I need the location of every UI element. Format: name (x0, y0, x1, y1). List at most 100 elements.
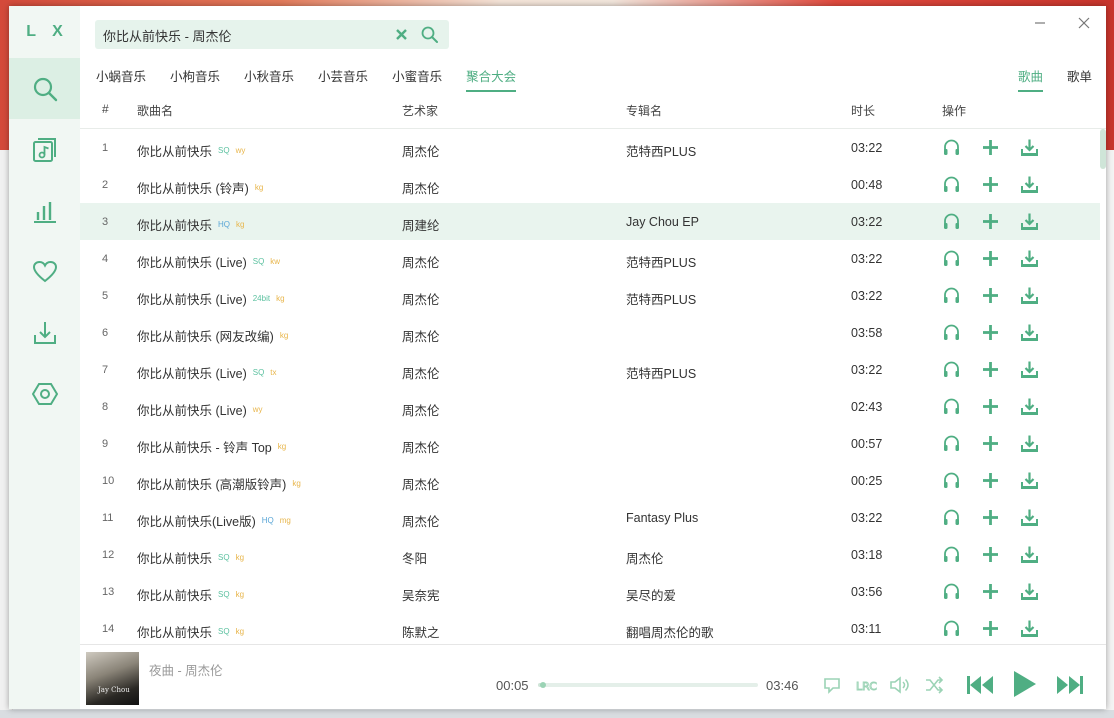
add-to-list-icon[interactable] (981, 397, 1000, 416)
download-icon[interactable] (1020, 175, 1039, 194)
download-icon[interactable] (1020, 619, 1039, 638)
table-row[interactable]: 3 你比从前快乐 HQ kg 周建纶 Jay Chou EP 03:22 (80, 203, 1100, 240)
tab-source-1[interactable]: 小枸音乐 (170, 68, 220, 90)
artist-cell[interactable]: 周杰伦 (402, 363, 440, 382)
play-icon[interactable] (1010, 669, 1038, 699)
download-icon[interactable] (1020, 212, 1039, 231)
search-icon[interactable] (421, 26, 438, 43)
table-row[interactable]: 6 你比从前快乐 (网友改编) kg 周杰伦 03:58 (80, 314, 1100, 351)
album-cover[interactable]: Jay Chou (86, 652, 139, 705)
download-icon[interactable] (1020, 249, 1039, 268)
download-icon[interactable] (1020, 434, 1039, 453)
sidebar-item-settings[interactable] (9, 363, 80, 424)
listen-icon[interactable] (942, 508, 961, 527)
shuffle-icon[interactable] (924, 675, 944, 695)
table-row[interactable]: 12 你比从前快乐 SQ kg 冬阳 周杰伦 03:18 (80, 536, 1100, 573)
artist-cell[interactable]: 周杰伦 (402, 141, 440, 160)
listen-icon[interactable] (942, 545, 961, 564)
add-to-list-icon[interactable] (981, 508, 1000, 527)
sidebar-item-leaderboard[interactable] (9, 180, 80, 241)
tab-source-aggregate[interactable]: 聚合大会 (466, 68, 517, 92)
lyrics-icon[interactable]: LRC (855, 675, 877, 695)
artist-cell[interactable]: 周杰伦 (402, 326, 440, 345)
table-row[interactable]: 7 你比从前快乐 (Live) SQ tx 周杰伦 范特西PLUS 03:22 (80, 351, 1100, 388)
table-row[interactable]: 13 你比从前快乐 SQ kg 吴奈宪 吴尽的爱 03:56 (80, 573, 1100, 610)
listen-icon[interactable] (942, 286, 961, 305)
now-playing-title[interactable]: 夜曲 - 周杰伦 (149, 660, 223, 679)
add-to-list-icon[interactable] (981, 619, 1000, 638)
add-to-list-icon[interactable] (981, 323, 1000, 342)
minimize-icon[interactable] (1033, 16, 1047, 30)
add-to-list-icon[interactable] (981, 360, 1000, 379)
tab-playlists[interactable]: 歌单 (1067, 68, 1092, 90)
previous-track-icon[interactable] (965, 672, 995, 698)
sidebar-item-download[interactable] (9, 302, 80, 363)
album-cell[interactable]: Fantasy Plus (626, 511, 698, 525)
download-icon[interactable] (1020, 582, 1039, 601)
artist-cell[interactable]: 吴奈宪 (402, 585, 440, 604)
download-icon[interactable] (1020, 397, 1039, 416)
sidebar-item-favorites[interactable] (9, 241, 80, 302)
volume-icon[interactable] (889, 675, 911, 695)
album-cell[interactable]: 范特西PLUS (626, 141, 696, 160)
listen-icon[interactable] (942, 323, 961, 342)
progress-bar[interactable] (538, 682, 758, 688)
download-icon[interactable] (1020, 545, 1039, 564)
artist-cell[interactable]: 冬阳 (402, 548, 427, 567)
table-row[interactable]: 1 你比从前快乐 SQ wy 周杰伦 范特西PLUS 03:22 (80, 129, 1100, 166)
add-to-list-icon[interactable] (981, 545, 1000, 564)
sidebar-item-search[interactable] (9, 58, 80, 119)
artist-cell[interactable]: 周建纶 (402, 215, 440, 234)
download-icon[interactable] (1020, 360, 1039, 379)
add-to-list-icon[interactable] (981, 286, 1000, 305)
table-row[interactable]: 8 你比从前快乐 (Live) wy 周杰伦 02:43 (80, 388, 1100, 425)
scrollbar[interactable] (1100, 129, 1106, 644)
tab-source-0[interactable]: 小蜗音乐 (96, 68, 146, 90)
album-cell[interactable]: 范特西PLUS (626, 363, 696, 382)
add-to-list-icon[interactable] (981, 434, 1000, 453)
artist-cell[interactable]: 周杰伦 (402, 400, 440, 419)
artist-cell[interactable]: 周杰伦 (402, 289, 440, 308)
listen-icon[interactable] (942, 175, 961, 194)
sidebar-item-song-list[interactable] (9, 119, 80, 180)
download-icon[interactable] (1020, 471, 1039, 490)
artist-cell[interactable]: 周杰伦 (402, 437, 440, 456)
listen-icon[interactable] (942, 249, 961, 268)
tab-songs[interactable]: 歌曲 (1017, 68, 1043, 92)
listen-icon[interactable] (942, 397, 961, 416)
artist-cell[interactable]: 周杰伦 (402, 252, 440, 271)
table-row[interactable]: 10 你比从前快乐 (高潮版铃声) kg 周杰伦 00:25 (80, 462, 1100, 499)
add-to-list-icon[interactable] (981, 212, 1000, 231)
listen-icon[interactable] (942, 582, 961, 601)
download-icon[interactable] (1020, 323, 1039, 342)
table-row[interactable]: 14 你比从前快乐 SQ kg 陈默之 翻唱周杰伦的歌 03:11 (80, 610, 1100, 644)
artist-cell[interactable]: 周杰伦 (402, 511, 440, 530)
search-input[interactable] (101, 20, 391, 51)
download-icon[interactable] (1020, 508, 1039, 527)
table-row[interactable]: 4 你比从前快乐 (Live) SQ kw 周杰伦 范特西PLUS 03:22 (80, 240, 1100, 277)
clear-icon[interactable] (394, 27, 409, 42)
album-cell[interactable]: 范特西PLUS (626, 289, 696, 308)
album-cell[interactable]: 翻唱周杰伦的歌 (626, 622, 714, 641)
download-icon[interactable] (1020, 138, 1039, 157)
add-to-list-icon[interactable] (981, 249, 1000, 268)
album-cell[interactable]: 范特西PLUS (626, 252, 696, 271)
add-to-list-icon[interactable] (981, 138, 1000, 157)
album-cell[interactable]: 周杰伦 (626, 548, 664, 567)
album-cell[interactable]: Jay Chou EP (626, 215, 699, 229)
scrollbar-thumb[interactable] (1100, 129, 1106, 169)
add-to-list-icon[interactable] (981, 175, 1000, 194)
comment-icon[interactable] (822, 675, 842, 695)
next-track-icon[interactable] (1055, 672, 1085, 698)
album-cell[interactable]: 吴尽的爱 (626, 585, 676, 604)
artist-cell[interactable]: 周杰伦 (402, 178, 440, 197)
listen-icon[interactable] (942, 619, 961, 638)
add-to-list-icon[interactable] (981, 582, 1000, 601)
table-row[interactable]: 11 你比从前快乐(Live版) HQ mg 周杰伦 Fantasy Plus 03:22 (80, 499, 1100, 536)
add-to-list-icon[interactable] (981, 471, 1000, 490)
listen-icon[interactable] (942, 138, 961, 157)
table-row[interactable]: 9 你比从前快乐 - 铃声 Top kg 周杰伦 00:57 (80, 425, 1100, 462)
listen-icon[interactable] (942, 212, 961, 231)
artist-cell[interactable]: 陈默之 (402, 622, 440, 641)
table-row[interactable]: 5 你比从前快乐 (Live) 24bit kg 周杰伦 范特西PLUS 03:22 (80, 277, 1100, 314)
